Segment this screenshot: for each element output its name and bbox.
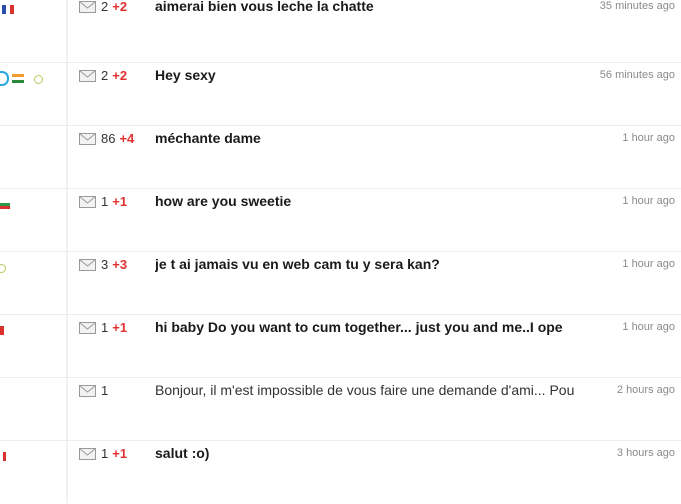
online-status-icon [0,264,6,273]
message-row[interactable]: 1 +1 hi baby Do you want to cum together.… [0,315,681,378]
new-message-count: +1 [112,320,128,335]
envelope-icon [79,322,96,334]
message-timestamp: 56 minutes ago [599,69,675,81]
message-count: 1 +1 [101,446,128,461]
message-count: 1 +1 [101,320,128,335]
message-subject-link[interactable]: salut :o) [155,445,580,461]
new-message-count: +2 [112,0,128,14]
message-row[interactable]: 1 +1 how are you sweetie 1 hour ago [0,189,681,252]
message-subject-link[interactable]: Bonjour, il m'est impossible de vous fai… [155,382,580,398]
message-subject-link[interactable]: aimerai bien vous leche la chatte [155,0,580,14]
message-timestamp: 1 hour ago [622,321,675,333]
france-flag-icon [2,5,14,14]
message-row[interactable]: 2 +2 aimerai bien vous leche la chatte 35… [0,0,681,63]
new-message-count: +2 [112,68,128,83]
message-timestamp: 2 hours ago [616,384,675,396]
message-timestamp: 1 hour ago [622,132,675,144]
flag-icon [0,326,4,335]
message-count: 3 +3 [101,257,128,272]
envelope-icon [79,133,96,145]
message-subject-link[interactable]: hi baby Do you want to cum together... j… [155,319,580,335]
message-count: 2 +2 [101,0,128,14]
new-message-count: +3 [112,257,128,272]
envelope-icon [79,70,96,82]
bulgaria-flag-icon [0,200,10,209]
message-timestamp: 3 hours ago [616,447,675,459]
message-count: 1 [101,383,109,398]
online-status-icon [34,75,43,84]
message-list: 2 +2 aimerai bien vous leche la chatte 35… [0,0,681,503]
message-timestamp: 1 hour ago [622,258,675,270]
message-row[interactable]: 2 +2 Hey sexy 56 minutes ago [0,63,681,126]
india-flag-icon [12,74,24,83]
message-count: 86 +4 [101,131,135,146]
message-subject-link[interactable]: Hey sexy [155,67,580,83]
message-timestamp: 35 minutes ago [599,0,675,12]
message-subject-link[interactable]: how are you sweetie [155,193,580,209]
message-row[interactable]: 1 +1 salut :o) 3 hours ago [0,441,681,504]
message-subject-link[interactable]: je t ai jamais vu en web cam tu y sera k… [155,256,580,272]
message-row[interactable]: 1 Bonjour, il m'est impossible de vous f… [0,378,681,441]
new-message-count: +1 [112,194,128,209]
canada-flag-icon [0,452,9,461]
message-row[interactable]: 86 +4 méchante dame 1 hour ago [0,126,681,189]
message-count: 2 +2 [101,68,128,83]
message-timestamp: 1 hour ago [622,195,675,207]
envelope-icon [79,385,96,397]
message-subject-link[interactable]: méchante dame [155,130,580,146]
envelope-icon [79,1,96,13]
new-message-count: +1 [112,446,128,461]
envelope-icon [79,196,96,208]
envelope-icon [79,259,96,271]
message-count: 1 +1 [101,194,128,209]
envelope-icon [79,448,96,460]
swirl-icon [0,71,9,86]
new-message-count: +4 [119,131,135,146]
message-row[interactable]: 3 +3 je t ai jamais vu en web cam tu y se… [0,252,681,315]
